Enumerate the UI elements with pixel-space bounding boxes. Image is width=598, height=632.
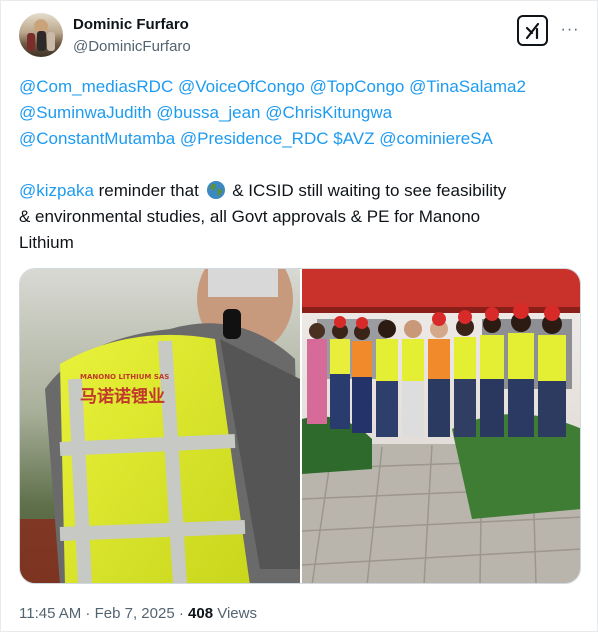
grok-icon — [525, 22, 539, 39]
tweet-text-line: & environmental studies, all Govt approv… — [19, 204, 585, 230]
author-name[interactable]: Dominic Furfaro — [73, 16, 189, 33]
media-image-right[interactable] — [302, 269, 580, 583]
tweet-text-line: @Com_mediasRDC @VoiceOfCongo @TopCongo @… — [19, 74, 585, 100]
tweet-text-line: @kizpaka reminder that & ICSID still wai… — [19, 178, 585, 204]
mention-link[interactable]: $AVZ — [333, 129, 374, 148]
mention-link[interactable]: @cominiereSA — [379, 129, 493, 148]
mention-link[interactable]: @ConstantMutamba — [19, 129, 175, 148]
globe-emoji-icon — [206, 181, 225, 199]
avatar-figure — [47, 32, 55, 51]
views-count: 408 — [188, 605, 214, 622]
tweet-meta: 11:45 AM · Feb 7, 2025 · 408 Views — [19, 605, 257, 622]
tweet-text-line: Lithium — [19, 230, 585, 256]
group-photo — [302, 269, 580, 583]
mention-link[interactable]: @Com_mediasRDC — [19, 77, 173, 96]
mention-link[interactable]: @kizpaka — [19, 181, 94, 200]
mention-link[interactable]: @TinaSalama2 — [409, 77, 526, 96]
mention-link[interactable]: @SuminwaJudith — [19, 103, 152, 122]
views-label: Views — [213, 605, 257, 622]
tweet-time[interactable]: 11:45 AM — [19, 605, 81, 622]
avatar[interactable] — [19, 13, 63, 57]
mention-link[interactable]: @TopCongo — [310, 77, 405, 96]
tweet-text-segment: reminder that — [93, 181, 204, 200]
author-handle[interactable]: @DominicFurfaro — [73, 38, 191, 55]
vest-text: 马诺诺锂业 — [80, 386, 165, 407]
more-icon: ··· — [560, 21, 580, 38]
mention-link[interactable]: @bussa_jean — [156, 103, 260, 122]
tweet-text-blank-line — [19, 152, 585, 178]
avatar-figure — [37, 31, 46, 51]
vest-photo: MANONO LITHIUM SAS 马诺诺锂业 — [20, 269, 300, 583]
tweet-text-segment: & environmental studies, all Govt approv… — [19, 207, 481, 226]
tweet-text-segment: Lithium — [19, 233, 74, 252]
mention-link[interactable]: @VoiceOfCongo — [178, 77, 305, 96]
tweet-text: @Com_mediasRDC @VoiceOfCongo @TopCongo @… — [19, 74, 585, 256]
media-image-left[interactable]: MANONO LITHIUM SAS 马诺诺锂业 — [20, 269, 300, 583]
avatar-figure — [27, 33, 35, 51]
media-grid: MANONO LITHIUM SAS 马诺诺锂业 — [19, 268, 581, 584]
tweet-text-line: @ConstantMutamba @Presidence_RDC $AVZ @c… — [19, 126, 585, 152]
tweet-text-line: @SuminwaJudith @bussa_jean @ChrisKitungw… — [19, 100, 585, 126]
meta-separator: · — [81, 605, 95, 622]
more-button[interactable]: ··· — [557, 17, 583, 43]
tweet-text-segment: & ICSID still waiting to see feasibility — [227, 181, 507, 200]
vest-small-text: MANONO LITHIUM SAS — [80, 373, 169, 381]
grok-button[interactable] — [517, 15, 548, 46]
group-people — [307, 303, 566, 437]
meta-separator: · — [174, 605, 189, 622]
tweet-date[interactable]: Feb 7, 2025 — [95, 605, 175, 622]
mention-link[interactable]: @ChrisKitungwa — [265, 103, 392, 122]
mention-link[interactable]: @Presidence_RDC — [180, 129, 329, 148]
tweet-card: Dominic Furfaro @DominicFurfaro ··· @Com… — [0, 0, 598, 632]
